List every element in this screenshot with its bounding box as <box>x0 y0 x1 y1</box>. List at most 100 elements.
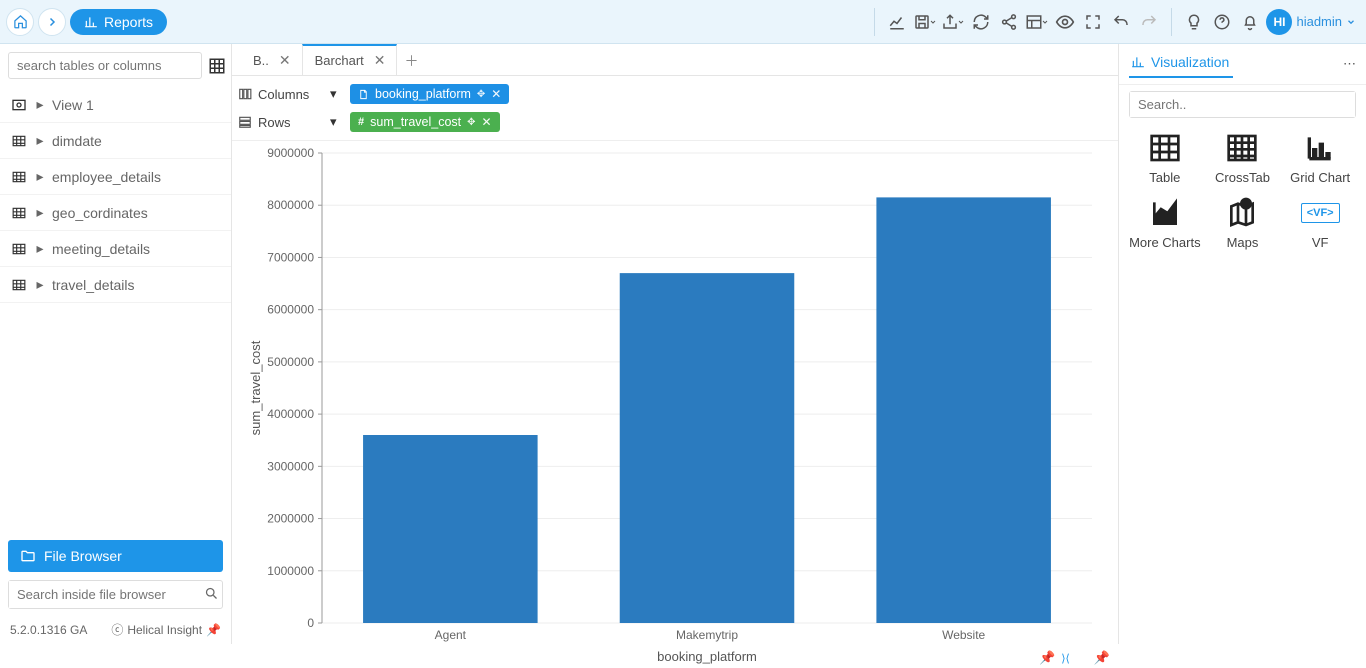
rows-menu[interactable]: ▾ <box>330 114 342 130</box>
tables-list: ▸ View 1 ▸ dimdate ▸ employee_details ▸ … <box>0 87 231 532</box>
sidebar-item-label: dimdate <box>52 133 102 149</box>
viz-vf[interactable]: <VF> VF <box>1284 195 1356 250</box>
save-icon[interactable] <box>913 10 937 34</box>
columns-menu[interactable]: ▾ <box>330 86 342 102</box>
search-icon[interactable] <box>201 586 222 604</box>
remove-pill-icon[interactable]: ✕ <box>482 115 492 129</box>
preview-icon[interactable] <box>1053 10 1077 34</box>
svg-text:2000000: 2000000 <box>267 512 314 526</box>
bar-chart: 0100000020000003000000400000050000006000… <box>242 145 1102 665</box>
fullscreen-icon[interactable] <box>1081 10 1105 34</box>
topbar-left: Reports <box>0 0 167 43</box>
sidebar-item-dimdate[interactable]: ▸ dimdate <box>0 123 231 159</box>
linechart-icon[interactable] <box>885 10 909 34</box>
drag-icon[interactable]: ✥ <box>477 89 485 100</box>
visualization-tab-label: Visualization <box>1151 54 1229 70</box>
viz-morecharts[interactable]: More Charts <box>1129 195 1201 250</box>
file-browser-label: File Browser <box>44 548 122 564</box>
table-icon <box>1143 130 1187 166</box>
refresh-icon[interactable] <box>969 10 993 34</box>
hash-icon: # <box>358 116 364 128</box>
file-browser-search[interactable] <box>8 580 223 609</box>
gridchart-icon <box>1298 130 1342 166</box>
visualization-tab[interactable]: Visualization <box>1129 50 1233 78</box>
add-tab-button[interactable]: ＋ <box>397 47 427 75</box>
reports-tab[interactable]: Reports <box>70 9 167 35</box>
collapse-icon[interactable]: ⟩⟨ <box>1061 652 1070 665</box>
file-browser-search-input[interactable] <box>9 581 201 608</box>
close-icon[interactable]: ✕ <box>374 52 386 69</box>
sidebar-item-label: employee_details <box>52 169 161 185</box>
tables-grid-icon[interactable] <box>208 55 226 77</box>
right-panel: Visualization ⋯ Table CrossTab Grid Char… <box>1118 44 1366 644</box>
svg-text:0: 0 <box>307 616 314 630</box>
viz-label: Grid Chart <box>1290 170 1350 185</box>
columns-shelf: Columns ▾ booking_platform ✥ ✕ <box>238 80 1112 108</box>
chart-area: 0100000020000003000000400000050000006000… <box>232 141 1118 668</box>
viz-crosstab[interactable]: CrossTab <box>1207 130 1279 185</box>
sidebar-item-meeting[interactable]: ▸ meeting_details <box>0 231 231 267</box>
svg-text:sum_travel_cost: sum_travel_cost <box>248 340 263 435</box>
pin-icon[interactable]: 📌 <box>1094 650 1110 666</box>
pin-icon[interactable]: 📌 <box>1039 650 1055 666</box>
tab-barchart[interactable]: Barchart ✕ <box>302 44 397 75</box>
svg-text:Website: Website <box>942 628 985 642</box>
viz-maps[interactable]: Maps <box>1207 195 1279 250</box>
crosstab-icon <box>1220 130 1264 166</box>
avatar: HI <box>1266 9 1292 35</box>
export-icon[interactable] <box>941 10 965 34</box>
copyright-icon: ⓒ <box>111 621 123 638</box>
chart-pins: 📌 ⟩⟨ 📌 <box>1039 650 1110 666</box>
svg-text:9000000: 9000000 <box>267 146 314 160</box>
svg-text:Makemytrip: Makemytrip <box>676 628 738 642</box>
tab-previous[interactable]: B.. ✕ <box>240 45 302 75</box>
sidebar-item-employee[interactable]: ▸ employee_details <box>0 159 231 195</box>
tab-label: B.. <box>253 53 269 68</box>
tab-label: Barchart <box>315 53 364 68</box>
user-menu[interactable]: HI hiadmin <box>1266 9 1356 35</box>
file-browser-button[interactable]: File Browser <box>8 540 223 572</box>
center-panel: B.. ✕ Barchart ✕ ＋ Columns ▾ booking_pla… <box>232 44 1118 644</box>
viz-search-input[interactable] <box>1130 92 1355 117</box>
rows-label: Rows <box>238 115 322 130</box>
layout-icon[interactable] <box>1025 10 1049 34</box>
svg-text:3000000: 3000000 <box>267 459 314 473</box>
home-button[interactable] <box>6 8 34 36</box>
row-pill[interactable]: # sum_travel_cost ✥ ✕ <box>350 112 500 132</box>
topbar: Reports HI hiadmin <box>0 0 1366 44</box>
viz-table[interactable]: Table <box>1129 130 1201 185</box>
morecharts-icon <box>1143 195 1187 231</box>
svg-text:5000000: 5000000 <box>267 355 314 369</box>
sidebar-item-label: geo_cordinates <box>52 205 148 221</box>
redo-icon <box>1137 10 1161 34</box>
forward-button[interactable] <box>38 8 66 36</box>
sidebar-item-geo[interactable]: ▸ geo_cordinates <box>0 195 231 231</box>
maps-icon <box>1220 195 1264 231</box>
viz-gridchart[interactable]: Grid Chart <box>1284 130 1356 185</box>
svg-text:4000000: 4000000 <box>267 407 314 421</box>
close-icon[interactable]: ✕ <box>279 52 291 69</box>
sidebar-item-label: meeting_details <box>52 241 150 257</box>
column-pill-label: booking_platform <box>375 87 471 101</box>
version-label: 5.2.0.1316 GA <box>10 623 87 637</box>
svg-text:booking_platform: booking_platform <box>657 649 757 664</box>
pin-icon[interactable]: 📌 <box>206 623 221 637</box>
help-icon[interactable] <box>1210 10 1234 34</box>
rows-shelf: Rows ▾ # sum_travel_cost ✥ ✕ <box>238 108 1112 136</box>
drag-icon[interactable]: ✥ <box>467 117 475 128</box>
share-icon[interactable] <box>997 10 1021 34</box>
viz-label: VF <box>1312 235 1329 250</box>
undo-icon[interactable] <box>1109 10 1133 34</box>
sidebar-item-view1[interactable]: ▸ View 1 <box>0 87 231 123</box>
bell-icon[interactable] <box>1238 10 1262 34</box>
viz-label: CrossTab <box>1215 170 1270 185</box>
brand-label: Helical Insight <box>127 623 202 637</box>
viz-search[interactable] <box>1129 91 1356 118</box>
column-pill[interactable]: booking_platform ✥ ✕ <box>350 84 509 104</box>
remove-pill-icon[interactable]: ✕ <box>491 87 501 101</box>
sidebar-item-travel[interactable]: ▸ travel_details <box>0 267 231 303</box>
search-tables-input[interactable] <box>8 52 202 79</box>
topbar-right: HI hiadmin <box>868 0 1366 43</box>
lightbulb-icon[interactable] <box>1182 10 1206 34</box>
right-more-icon[interactable]: ⋯ <box>1343 56 1356 72</box>
